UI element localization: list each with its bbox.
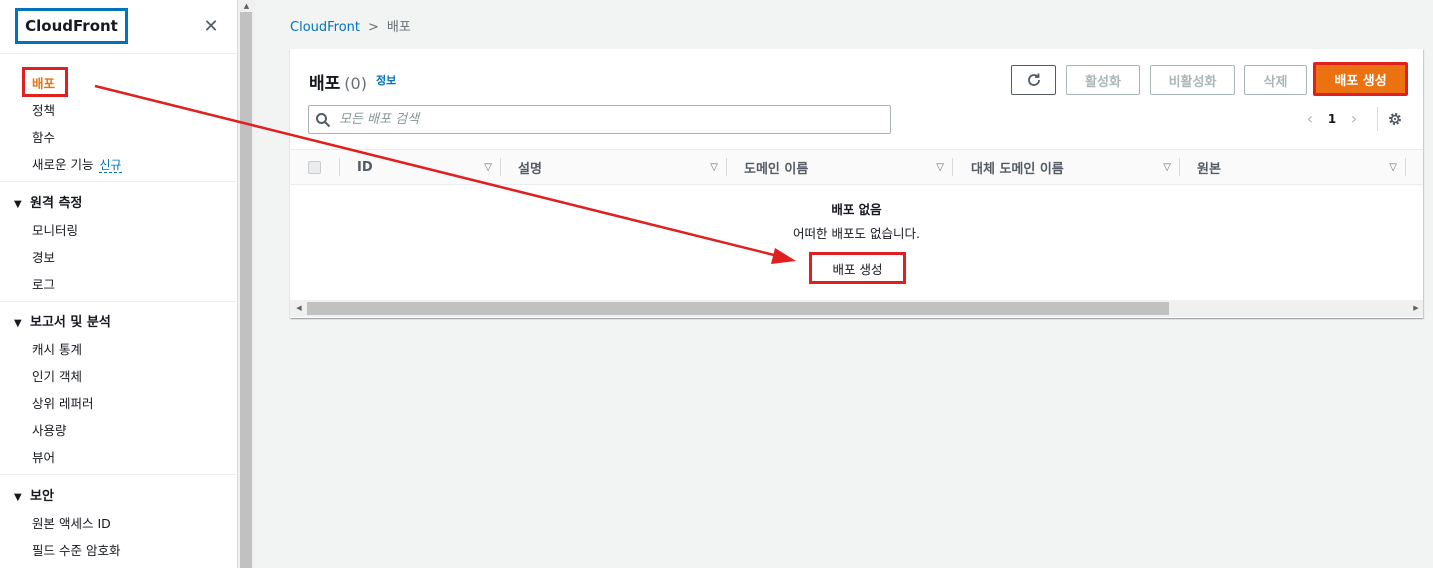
scroll-up-arrow-icon[interactable]: ▲ [240,0,253,12]
sidebar-item-alarms[interactable]: 경보 [32,247,55,266]
sidebar-item-top-referrers[interactable]: 상위 레퍼러 [32,393,93,412]
sidebar-item-policies[interactable]: 정책 [32,100,55,119]
gear-icon[interactable] [1387,111,1403,127]
refresh-icon [1027,73,1040,86]
scrollbar-thumb[interactable] [240,12,252,568]
section-telemetry[interactable]: ▼ 원격 측정 [14,192,82,211]
panel-title: 배포 (0) [309,69,367,94]
column-label: 원본 [1197,161,1221,177]
caret-down-icon: ▼ [14,199,22,210]
column-divider [1179,158,1180,176]
search-field[interactable] [308,105,891,134]
deactivate-button[interactable]: 비활성화 [1150,65,1235,95]
sidebar-header: CloudFront ✕ [0,0,237,54]
sort-icon: ▽ [484,161,492,173]
search-icon [316,112,331,127]
section-title: 원격 측정 [30,196,83,211]
scroll-left-arrow-icon[interactable]: ◀ [292,300,306,317]
sort-icon: ▽ [1163,161,1171,173]
item-count: (0) [344,74,367,93]
column-divider [726,158,727,176]
column-divider [1405,158,1406,176]
column-header-id[interactable]: ID ▽ [357,150,500,184]
section-title: 보안 [30,489,54,504]
refresh-button[interactable] [1011,65,1056,95]
sidebar-item-cache-stats[interactable]: 캐시 통계 [32,339,82,358]
pagination: ‹ 1 › [1302,109,1362,128]
scrollbar-thumb[interactable] [307,302,1169,315]
column-divider [339,158,340,176]
column-header-origin[interactable]: 원본 ▽ [1197,150,1405,184]
chevron-right-icon: > [368,20,379,35]
service-title[interactable]: CloudFront [15,8,128,44]
sidebar-item-whats-new[interactable]: 새로운 기능 신규 [32,154,122,173]
sort-icon: ▽ [710,161,718,173]
search-input[interactable] [339,112,879,127]
info-link[interactable]: 정보 [376,72,396,88]
divider [0,181,238,182]
sort-icon: ▽ [1389,161,1397,173]
column-header-domain-name[interactable]: 도메인 이름 ▽ [744,150,952,184]
new-badge: 신규 [99,158,122,173]
sidebar-item-usage[interactable]: 사용량 [32,420,67,439]
page-number[interactable]: 1 [1318,112,1346,126]
sort-icon: ▽ [936,161,944,173]
column-header-description[interactable]: 설명 ▽ [518,150,726,184]
column-header-alternate-domain[interactable]: 대체 도메인 이름 ▽ [971,150,1179,184]
chevron-left-icon[interactable]: ‹ [1302,109,1318,128]
column-label: ID [357,159,373,175]
table-header: ID ▽ 설명 ▽ 도메인 이름 ▽ 대체 도메인 이름 ▽ 원본 ▽ [290,149,1423,185]
caret-down-icon: ▼ [14,318,22,329]
delete-button[interactable]: 삭제 [1244,65,1307,95]
breadcrumb-current: 배포 [386,20,411,35]
column-label: 설명 [518,161,542,177]
column-divider [500,158,501,176]
column-label: 대체 도메인 이름 [971,161,1064,177]
distributions-panel: 배포(0) 정보 활성화 비활성화 삭제 배포 생성 ‹ 1 › ID ▽ [290,49,1423,318]
sidebar-item-functions[interactable]: 함수 [32,127,55,146]
caret-down-icon: ▼ [14,492,22,503]
divider [0,301,238,302]
section-reports[interactable]: ▼ 보고서 및 분석 [14,311,111,330]
sidebar-item-popular-objects[interactable]: 인기 객체 [32,366,82,385]
activate-button[interactable]: 활성화 [1066,65,1140,95]
empty-state-title: 배포 없음 [831,202,882,217]
section-security[interactable]: ▼ 보안 [14,485,54,504]
create-distribution-button[interactable]: 배포 생성 [1313,62,1408,96]
sidebar-item-monitoring[interactable]: 모니터링 [32,220,78,239]
empty-create-distribution-button[interactable]: 배포 생성 [809,252,906,284]
scroll-right-arrow-icon[interactable]: ▶ [1409,300,1423,317]
close-icon[interactable]: ✕ [201,16,221,37]
sidebar-item-logs[interactable]: 로그 [32,274,55,293]
divider [1377,107,1378,131]
chevron-right-icon[interactable]: › [1346,109,1362,128]
section-title: 보고서 및 분석 [30,315,111,330]
column-label: 도메인 이름 [744,161,809,177]
sidebar-item-label: 새로운 기능 [32,157,94,172]
panel-title-text: 배포 [309,74,341,94]
breadcrumb-root[interactable]: CloudFront [290,20,360,35]
sidebar-item-origin-access-id[interactable]: 원본 액세스 ID [32,513,111,532]
sidebar-item-viewers[interactable]: 뷰어 [32,447,55,466]
column-divider [952,158,953,176]
select-all-checkbox[interactable] [308,161,321,174]
divider [0,474,238,475]
empty-state-description: 어떠한 배포도 없습니다. [793,226,920,241]
sidebar-item-field-level-encryption[interactable]: 필드 수준 암호화 [32,540,120,559]
annotation-highlight-nav [22,67,68,97]
breadcrumb: CloudFront > 배포 [290,16,411,35]
sidebar: CloudFront ✕ 배포 정책 함수 새로운 기능 신규 ▼ 원격 측정 모니… [0,0,238,568]
